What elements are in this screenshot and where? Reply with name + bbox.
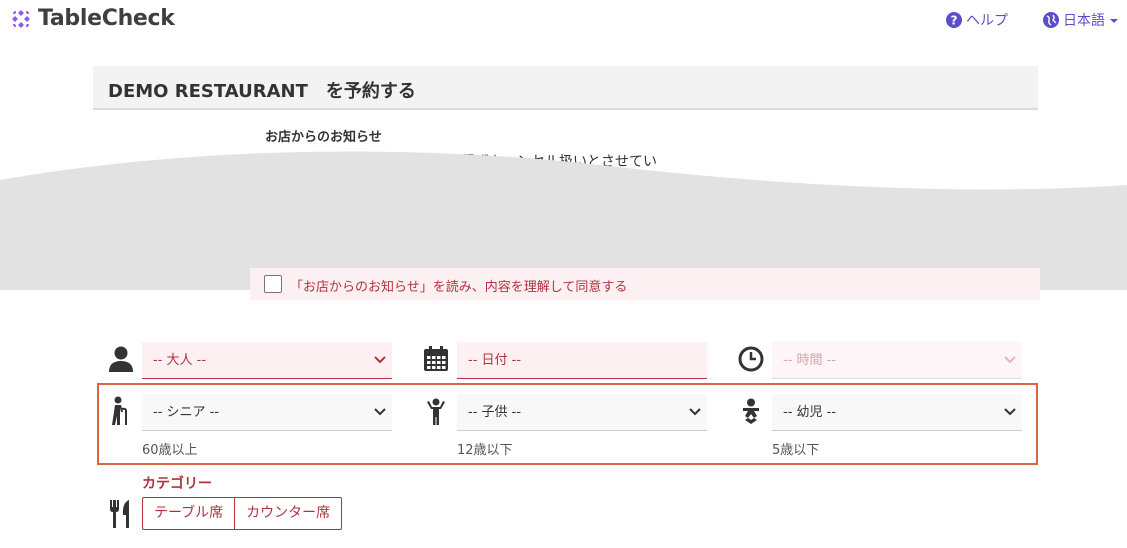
- adults-select-value: -- 大人 --: [153, 353, 207, 368]
- category-table-button[interactable]: テーブル席: [142, 497, 236, 530]
- language-selector[interactable]: 日本語: [1043, 10, 1118, 30]
- agree-notice-row[interactable]: 「お店からのお知らせ」を読み、内容を理解して同意する: [250, 268, 1040, 300]
- logo-text: TableCheck: [38, 6, 175, 31]
- adults-select[interactable]: -- 大人 --: [142, 342, 392, 379]
- top-header: TableCheck ? ヘルプ 日本語: [0, 0, 1127, 40]
- baby-icon: [743, 398, 759, 424]
- question-circle-icon: ?: [946, 12, 962, 28]
- time-select-value: -- 時間 --: [783, 353, 837, 368]
- svg-text:?: ?: [951, 14, 958, 28]
- time-select[interactable]: -- 時間 --: [772, 342, 1022, 379]
- language-label: 日本語: [1063, 13, 1105, 29]
- chevron-down-icon: [374, 408, 386, 416]
- globe-icon: [1043, 12, 1059, 28]
- category-label: カテゴリー: [142, 476, 212, 492]
- tablecheck-logo[interactable]: TableCheck: [10, 6, 175, 31]
- agree-checkbox[interactable]: [264, 275, 282, 293]
- children-select[interactable]: -- 子供 --: [457, 394, 707, 431]
- calendar-icon: [424, 346, 448, 371]
- category-button-group: テーブル席 カウンター席: [142, 497, 343, 530]
- seniors-select-value: -- シニア --: [153, 405, 220, 420]
- seniors-hint: 60歳以上: [142, 443, 198, 458]
- caret-down-icon: [1110, 19, 1118, 23]
- person-icon: [109, 346, 133, 372]
- child-icon: [427, 398, 445, 425]
- children-select-value: -- 子供 --: [468, 405, 522, 420]
- chevron-down-icon: [1004, 408, 1016, 416]
- category-counter-button[interactable]: カウンター席: [235, 497, 343, 530]
- logo-mark-icon: [12, 9, 30, 28]
- clock-icon: [738, 346, 764, 372]
- senior-icon: [112, 396, 127, 425]
- chevron-down-icon: [689, 408, 701, 416]
- children-hint: 12歳以下: [457, 443, 513, 458]
- infants-select-value: -- 幼児 --: [783, 405, 837, 420]
- page-title: DEMO RESTAURANT を予約する: [108, 81, 416, 102]
- chevron-down-icon: [1004, 356, 1016, 364]
- date-picker-value: -- 日付 --: [468, 353, 522, 368]
- page-title-bar: DEMO RESTAURANT を予約する: [93, 66, 1038, 110]
- date-picker[interactable]: -- 日付 --: [457, 342, 707, 379]
- chevron-down-icon: [374, 356, 386, 364]
- seniors-select[interactable]: -- シニア --: [142, 394, 392, 431]
- agree-label: 「お店からのお知らせ」を読み、内容を理解して同意する: [290, 280, 628, 295]
- infants-select[interactable]: -- 幼児 --: [772, 394, 1022, 431]
- help-link[interactable]: ? ヘルプ: [946, 10, 1008, 30]
- fork-knife-icon: [110, 500, 129, 528]
- infants-hint: 5歳以下: [772, 443, 820, 458]
- help-label: ヘルプ: [966, 13, 1008, 29]
